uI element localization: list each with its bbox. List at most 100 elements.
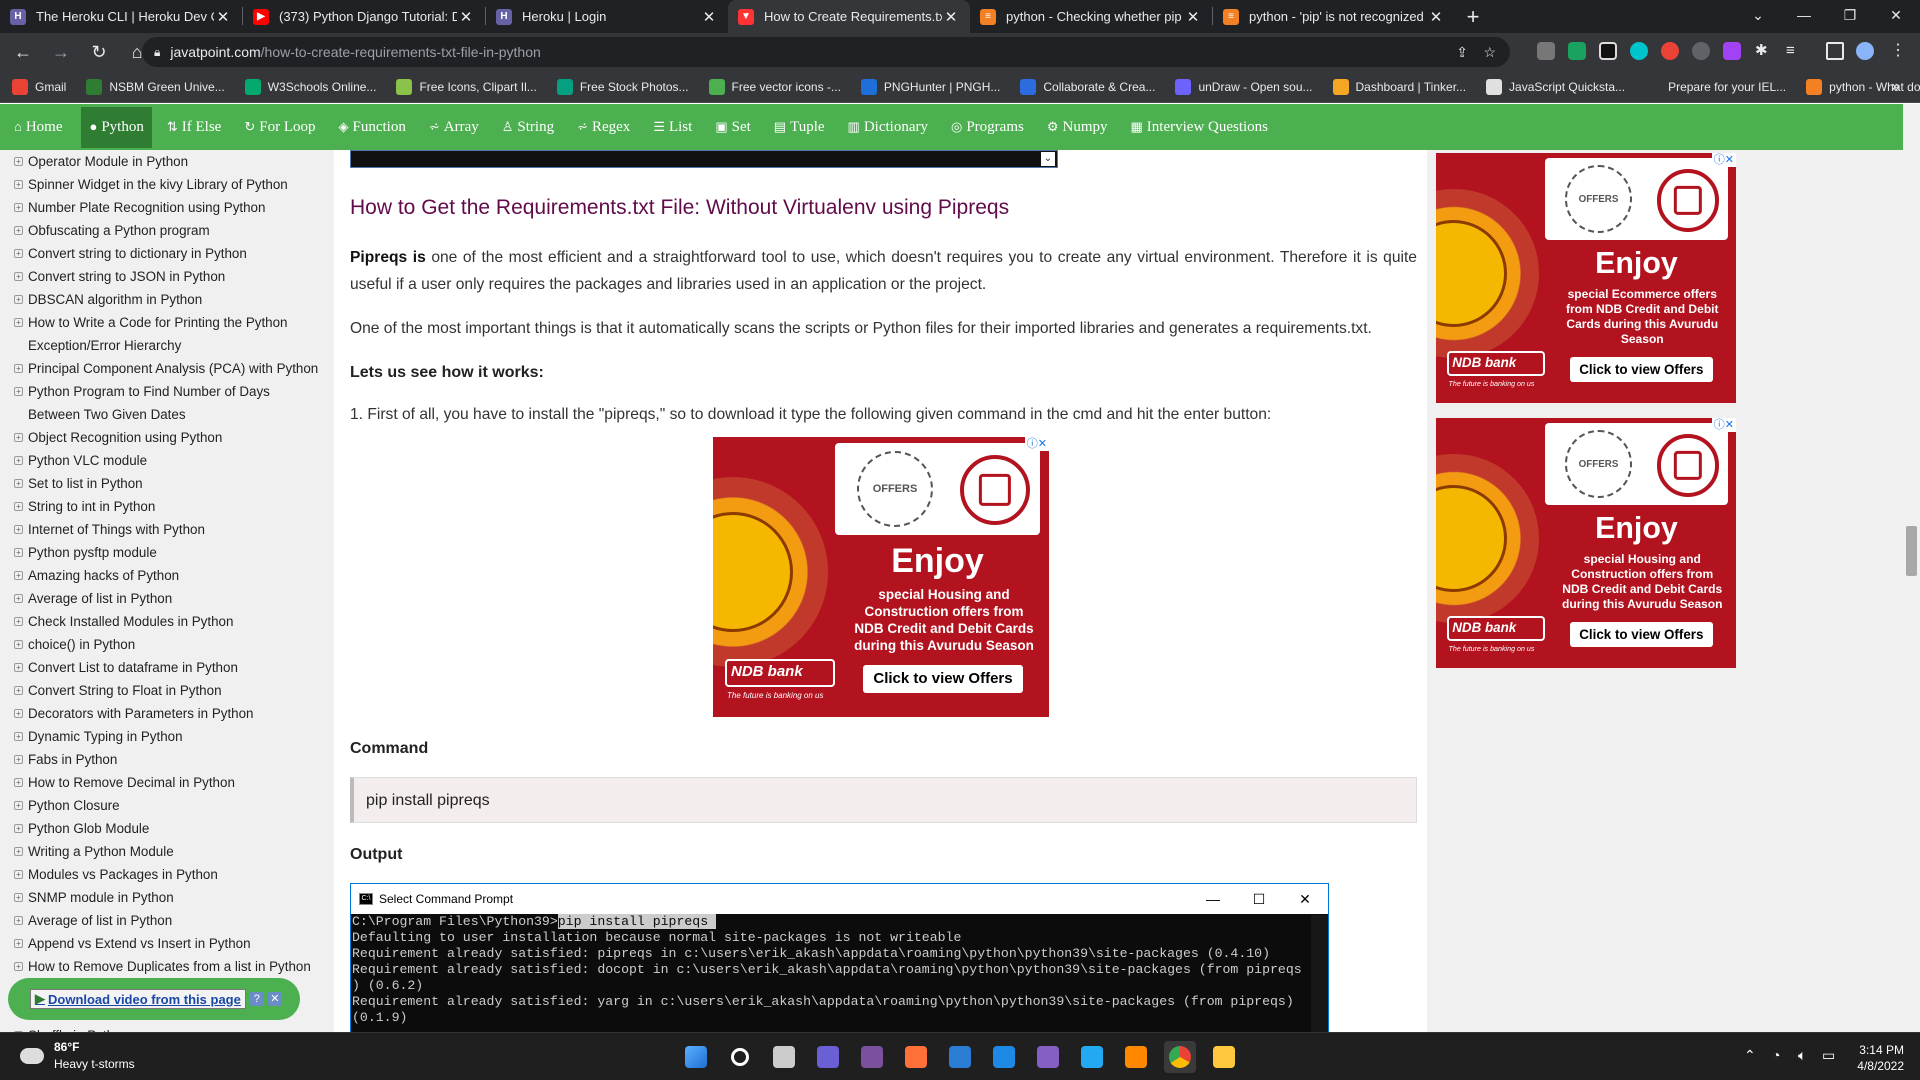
sidebar-item[interactable]: + Spinner Widget in the kivy Library of P… <box>0 173 334 196</box>
sidebar-item[interactable]: + Python Program to Find Number of Days B… <box>0 380 325 426</box>
sidebar-item[interactable]: + Modules vs Packages in Python <box>0 863 334 886</box>
nav-link-numpy[interactable]: ⚙ Numpy <box>1047 119 1108 136</box>
nav-link-if-else[interactable]: ⇅ If Else <box>167 119 221 136</box>
bookmark-item[interactable]: Dashboard | Tinker... <box>1332 78 1466 95</box>
nav-link-set[interactable]: ▣ Set <box>715 119 750 136</box>
sidebar-item[interactable]: + Average of list in Python <box>0 587 334 610</box>
nav-link-programs[interactable]: ◎ Programs <box>951 119 1024 136</box>
notepad-icon[interactable] <box>944 1041 976 1073</box>
bookmark-item[interactable]: NSBM Green Unive... <box>86 78 225 95</box>
sidebar-item[interactable]: + Convert String to Float in Python <box>0 679 334 702</box>
maximize-button[interactable]: ❐ <box>1827 0 1873 30</box>
address-bar[interactable]: 🔒︎ javatpoint.com/how-to-create-requirem… <box>142 37 1510 67</box>
forward-icon[interactable]: → <box>46 37 76 67</box>
clock[interactable]: 3:14 PM 4/8/2022 <box>1857 1042 1904 1074</box>
teams-chat-icon[interactable] <box>812 1041 844 1073</box>
extension-icon[interactable] <box>1599 42 1617 60</box>
help-icon[interactable]: ? <box>249 992 264 1006</box>
bookmark-item[interactable]: Gmail <box>12 78 66 95</box>
scrollbar-thumb[interactable] <box>1906 526 1917 576</box>
battery-icon[interactable]: ▭ <box>1822 1047 1835 1064</box>
nav-link-tuple[interactable]: ▤ Tuple <box>774 119 825 136</box>
browser-tab[interactable]: ≡ python - Checking whether pip is ✕ <box>970 0 1212 33</box>
more-bookmarks-chevron-icon[interactable]: » <box>1891 78 1900 96</box>
nav-link-interview-questions[interactable]: ▦ Interview Questions <box>1131 119 1269 136</box>
bookmark-item[interactable]: Collaborate & Crea... <box>1020 78 1155 95</box>
weather-widget[interactable]: 86°F Heavy t-storms <box>20 1040 135 1071</box>
sidebar-advertisement[interactable]: OFFERS Enjoy special Ecommerce offers from… <box>1436 153 1736 403</box>
sidebar-item[interactable]: + Append vs Extend vs Insert in Python <box>0 932 334 955</box>
vlc-icon[interactable] <box>1120 1041 1152 1073</box>
bookmark-item[interactable]: Free Stock Photos... <box>556 78 689 95</box>
sidebar-item[interactable]: + Python Glob Module <box>0 817 334 840</box>
nav-link-for-loop[interactable]: ↻ For Loop <box>244 119 315 136</box>
menu-kebab-icon[interactable]: ⋮ <box>1890 42 1908 60</box>
sidebar-item[interactable]: + Writing a Python Module <box>0 840 334 863</box>
sidebar-item[interactable]: + How to Write a Code for Printing the Py… <box>0 311 325 357</box>
extension-icon[interactable] <box>1723 42 1741 60</box>
volume-icon[interactable]: 🔈︎ <box>1798 1047 1806 1064</box>
sidebar-item[interactable]: + Convert string to JSON in Python <box>0 265 334 288</box>
sidebar-item[interactable]: + Internet of Things with Python <box>0 518 334 541</box>
bookmark-item[interactable]: Free Icons, Clipart Il... <box>396 78 537 95</box>
reading-list-icon[interactable]: ≡ <box>1786 42 1804 60</box>
tab-close-icon[interactable]: ✕ <box>700 8 718 26</box>
tab-close-icon[interactable]: ✕ <box>457 8 475 26</box>
bookmark-item[interactable]: Prepare for your IEL... <box>1645 78 1786 95</box>
sidebar-item[interactable]: + Decorators with Parameters in Python <box>0 702 334 725</box>
viber-icon[interactable] <box>856 1041 888 1073</box>
sidebar-item[interactable]: + How to Remove Duplicates from a list in… <box>0 955 325 978</box>
sidebar-item[interactable]: + Average of list in Python <box>0 909 334 932</box>
extension-icon[interactable] <box>1537 42 1555 60</box>
sidebar-item[interactable]: + Python VLC module <box>0 449 334 472</box>
start-icon[interactable] <box>680 1041 712 1073</box>
sidebar-item[interactable]: + How to Remove Decimal in Python <box>0 771 334 794</box>
sidebar-item[interactable]: + Obfuscating a Python program <box>0 219 334 242</box>
tab-close-icon[interactable]: ✕ <box>1427 8 1445 26</box>
task-view-icon[interactable] <box>768 1041 800 1073</box>
nav-link-regex[interactable]: ⩫ Regex <box>577 119 630 136</box>
chrome-icon[interactable] <box>1164 1041 1196 1073</box>
bookmark-item[interactable]: JavaScript Quicksta... <box>1486 78 1625 95</box>
ad-choices-close-icon[interactable]: ⓘ✕ <box>1711 153 1736 167</box>
extension-icon[interactable] <box>1661 42 1679 60</box>
nav-link-home[interactable]: ⌂ Home <box>14 119 62 136</box>
browser-tab[interactable]: ≡ python - 'pip' is not recognized a ✕ <box>1213 0 1455 33</box>
bookmark-item[interactable]: W3Schools Online... <box>244 78 376 95</box>
canva-extension-icon[interactable] <box>1630 42 1648 60</box>
nav-link-python[interactable]: ● Python <box>81 106 152 148</box>
sidebar-item[interactable]: + Convert string to dictionary in Python <box>0 242 334 265</box>
close-window-button[interactable]: ✕ <box>1873 0 1919 30</box>
extensions-puzzle-icon[interactable]: ✱ <box>1755 42 1773 60</box>
bookmark-item[interactable]: Free vector icons -... <box>708 78 841 95</box>
visual-studio-icon[interactable] <box>1032 1041 1064 1073</box>
view-offers-button[interactable]: Click to view Offers <box>863 665 1023 693</box>
tab-close-icon[interactable]: ✕ <box>214 8 232 26</box>
sidebar-item[interactable]: + Python pysftp module <box>0 541 334 564</box>
sidebar-item[interactable]: + choice() in Python <box>0 633 334 656</box>
view-offers-button[interactable]: Click to view Offers <box>1569 621 1713 647</box>
nav-link-function[interactable]: ◈ Function <box>339 119 406 136</box>
sidebar-item[interactable]: + Amazing hacks of Python <box>0 564 334 587</box>
chevron-down-icon[interactable]: ⌄ <box>1041 152 1055 166</box>
tab-close-icon[interactable]: ✕ <box>942 8 960 26</box>
nav-link-string[interactable]: ♙ String <box>502 119 554 136</box>
sidebar-item[interactable]: + Python Closure <box>0 794 334 817</box>
share-icon[interactable]: ⇪ <box>1456 44 1468 61</box>
nav-link-list[interactable]: ☰ List <box>653 119 692 136</box>
search-icon[interactable] <box>724 1041 756 1073</box>
minimize-button[interactable]: — <box>1781 0 1827 30</box>
file-explorer-icon[interactable] <box>1208 1041 1240 1073</box>
sidebar-item[interactable]: + Principal Component Analysis (PCA) with… <box>0 357 325 380</box>
firefox-icon[interactable] <box>900 1041 932 1073</box>
close-icon[interactable]: ✕ <box>267 992 282 1006</box>
extension-icon[interactable] <box>1568 42 1586 60</box>
profile-avatar[interactable] <box>1856 42 1874 60</box>
ad-choices-close-icon[interactable]: ⓘ✕ <box>1711 418 1736 432</box>
nav-link-dictionary[interactable]: ▥ Dictionary <box>848 119 928 136</box>
show-hidden-icons-chevron[interactable]: ⌃ <box>1744 1047 1756 1064</box>
browser-tab[interactable]: ▼ How to Create Requirements.txt ✕ <box>728 0 970 33</box>
bookmark-item[interactable]: unDraw - Open sou... <box>1175 78 1313 95</box>
sidebar-advertisement[interactable]: OFFERS Enjoy special Housing and Construct… <box>1436 418 1736 668</box>
sidebar-item[interactable]: + Dynamic Typing in Python <box>0 725 334 748</box>
